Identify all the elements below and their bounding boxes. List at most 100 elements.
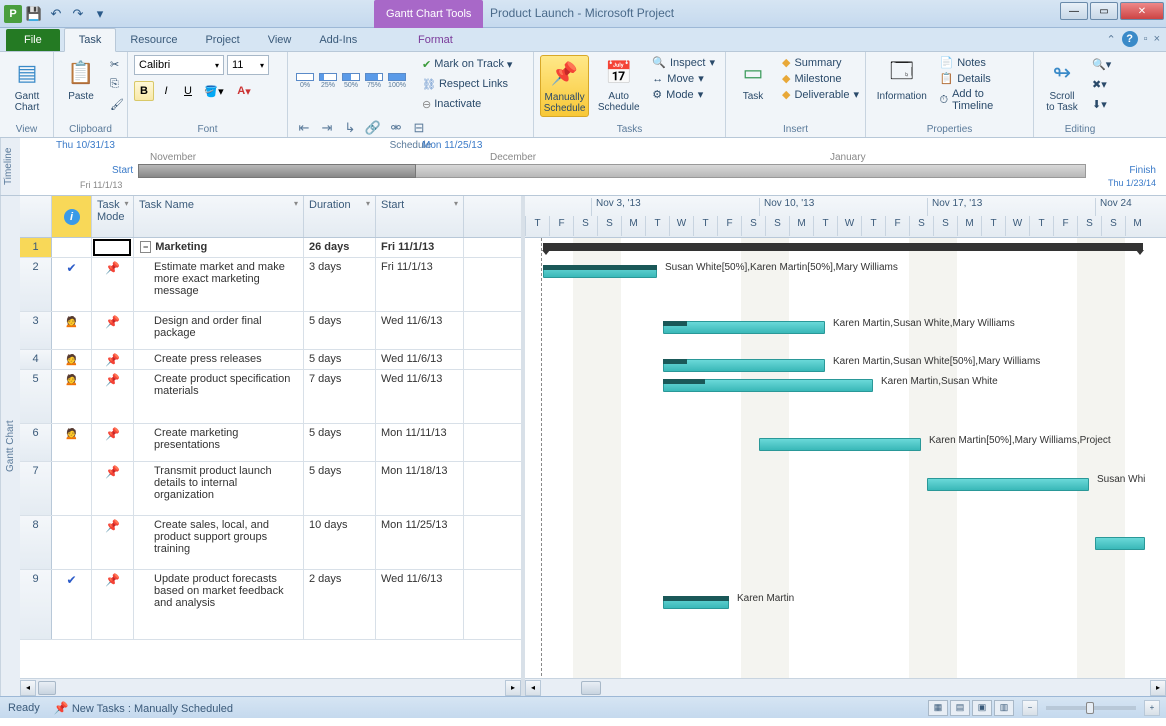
col-rownum[interactable] xyxy=(20,196,52,237)
close-document-icon[interactable]: × xyxy=(1154,33,1160,45)
minimize-ribbon-icon[interactable]: ⌃ xyxy=(1106,33,1115,46)
tab-resource[interactable]: Resource xyxy=(116,29,191,51)
table-row[interactable]: 1📌−Marketing26 daysFri 11/1/13 xyxy=(20,238,521,258)
start-cell[interactable]: Fri 11/1/13 xyxy=(376,258,464,311)
table-hscroll[interactable]: ◂ ▸ xyxy=(20,678,521,696)
gantt-scroll-left-button[interactable]: ◂ xyxy=(525,680,541,696)
clear-button[interactable]: ✖▾ xyxy=(1088,75,1115,93)
duration-cell[interactable]: 5 days xyxy=(304,350,376,369)
fill-color-button[interactable]: 🪣▾ xyxy=(200,81,228,101)
view-resource-button[interactable]: ▥ xyxy=(994,700,1014,716)
zoom-out-button[interactable]: − xyxy=(1022,700,1038,716)
restore-window-icon[interactable]: ▫ xyxy=(1144,33,1148,45)
italic-button[interactable]: I xyxy=(156,81,176,101)
qat-dropdown-icon[interactable]: ▾ xyxy=(90,4,110,24)
start-cell[interactable]: Mon 11/25/13 xyxy=(376,516,464,569)
format-painter-button[interactable]: 🖌 xyxy=(106,95,128,113)
task-bar[interactable] xyxy=(663,359,825,372)
indent-task-button[interactable]: ↳ xyxy=(340,118,360,138)
auto-schedule-button[interactable]: 📅 Auto Schedule xyxy=(593,55,644,115)
col-task-mode[interactable]: Task Mode▾ xyxy=(92,196,134,237)
hscroll-thumb[interactable] xyxy=(38,681,56,695)
task-name-cell[interactable]: Update product forecasts based on market… xyxy=(134,570,304,639)
inspect-button[interactable]: 🔍Inspect ▾ xyxy=(648,55,719,70)
task-name-cell[interactable]: Design and order final package xyxy=(134,312,304,349)
font-size-select[interactable]: 11▾ xyxy=(227,55,269,75)
row-number[interactable]: 3 xyxy=(20,312,52,349)
pct-50-button[interactable]: 50% xyxy=(340,73,362,95)
tab-project[interactable]: Project xyxy=(191,29,253,51)
task-bar[interactable] xyxy=(927,478,1089,491)
table-row[interactable]: 8 📌Create sales, local, and product suppo… xyxy=(20,516,521,570)
indicator-cell[interactable]: ✔ xyxy=(52,258,92,311)
timeline-body[interactable]: Thu 10/31/13 Mon 11/25/13 November Decem… xyxy=(20,138,1166,195)
mode-cell[interactable]: 📌 xyxy=(92,312,134,349)
respect-links-button[interactable]: ⛓Respect Links xyxy=(418,75,516,93)
start-cell[interactable]: Wed 11/6/13 xyxy=(376,312,464,349)
task-name-cell[interactable]: Create marketing presentations xyxy=(134,424,304,461)
row-number[interactable]: 6 xyxy=(20,424,52,461)
indicator-cell[interactable] xyxy=(52,462,92,515)
duration-cell[interactable]: 7 days xyxy=(304,370,376,423)
tab-view[interactable]: View xyxy=(254,29,306,51)
mode-cell[interactable]: 📌 xyxy=(92,424,134,461)
view-gantt-button[interactable]: ▦ xyxy=(928,700,948,716)
bold-button[interactable]: B xyxy=(134,81,154,101)
maximize-button[interactable]: ▭ xyxy=(1090,2,1118,20)
add-timeline-button[interactable]: ⏱Add to Timeline xyxy=(935,87,1027,113)
task-bar[interactable] xyxy=(1095,537,1145,550)
table-row[interactable]: 7 📌Transmit product launch details to int… xyxy=(20,462,521,516)
mode-cell[interactable]: 📌 xyxy=(92,570,134,639)
mark-on-track-button[interactable]: ✔Mark on Track ▾ xyxy=(418,55,516,73)
col-task-name[interactable]: Task Name▾ xyxy=(134,196,304,237)
pct-75-button[interactable]: 75% xyxy=(363,73,385,95)
gantt-body[interactable]: Susan White[50%],Karen Martin[50%],Mary … xyxy=(525,238,1166,696)
duration-cell[interactable]: 5 days xyxy=(304,424,376,461)
table-row[interactable]: 3🙍📌Design and order final package5 daysW… xyxy=(20,312,521,350)
gantt-hscroll[interactable]: ◂ ▸ xyxy=(525,678,1166,696)
collapse-icon[interactable]: − xyxy=(140,241,151,253)
summary-bar[interactable] xyxy=(543,243,1143,251)
mode-cell[interactable]: 📌 xyxy=(92,462,134,515)
row-number[interactable]: 7 xyxy=(20,462,52,515)
col-start[interactable]: Start▾ xyxy=(376,196,464,237)
row-number[interactable]: 8 xyxy=(20,516,52,569)
duration-cell[interactable]: 3 days xyxy=(304,258,376,311)
start-cell[interactable]: Mon 11/18/13 xyxy=(376,462,464,515)
task-bar[interactable] xyxy=(663,321,825,334)
indicator-cell[interactable]: 🙍 xyxy=(52,424,92,461)
table-row[interactable]: 2✔📌Estimate market and make more exact m… xyxy=(20,258,521,312)
duration-cell[interactable]: 5 days xyxy=(304,462,376,515)
close-button[interactable]: ✕ xyxy=(1120,2,1164,20)
milestone-button[interactable]: ◆Milestone xyxy=(778,71,863,86)
app-logo-icon[interactable]: P xyxy=(4,5,22,23)
mode-cell[interactable]: 📌 xyxy=(92,516,134,569)
view-team-button[interactable]: ▣ xyxy=(972,700,992,716)
move-button[interactable]: ↔Move ▾ xyxy=(648,71,719,86)
details-button[interactable]: 📋Details xyxy=(935,71,1027,86)
scroll-to-task-button[interactable]: ↬ Scroll to Task xyxy=(1040,55,1084,115)
mode-cell[interactable]: 📌 xyxy=(92,350,134,369)
tab-addins[interactable]: Add-Ins xyxy=(305,29,371,51)
pct-0-button[interactable]: 0% xyxy=(294,73,316,95)
task-name-cell[interactable]: −Marketing xyxy=(134,238,304,257)
link-tasks-button[interactable]: 🔗 xyxy=(363,118,383,138)
task-name-cell[interactable]: Transmit product launch details to inter… xyxy=(134,462,304,515)
table-row[interactable]: 6🙍📌Create marketing presentations5 daysM… xyxy=(20,424,521,462)
row-number[interactable]: 5 xyxy=(20,370,52,423)
unlink-tasks-button[interactable]: ⚮ xyxy=(386,118,406,138)
mode-cell[interactable]: 📌 xyxy=(92,258,134,311)
undo-icon[interactable]: ↶ xyxy=(46,4,66,24)
minimize-button[interactable]: — xyxy=(1060,2,1088,20)
indicator-cell[interactable]: ✔ xyxy=(52,570,92,639)
save-icon[interactable]: 💾 xyxy=(24,4,44,24)
indicator-cell[interactable]: 🙍 xyxy=(52,312,92,349)
copy-button[interactable]: ⎘ xyxy=(106,75,128,93)
font-color-button[interactable]: A▾ xyxy=(230,81,258,101)
file-tab[interactable]: File xyxy=(6,29,60,51)
table-row[interactable]: 5🙍📌Create product specification material… xyxy=(20,370,521,424)
redo-icon[interactable]: ↷ xyxy=(68,4,88,24)
selected-cell[interactable] xyxy=(93,239,131,256)
task-name-cell[interactable]: Create sales, local, and product support… xyxy=(134,516,304,569)
table-row[interactable]: 9✔📌Update product forecasts based on mar… xyxy=(20,570,521,640)
